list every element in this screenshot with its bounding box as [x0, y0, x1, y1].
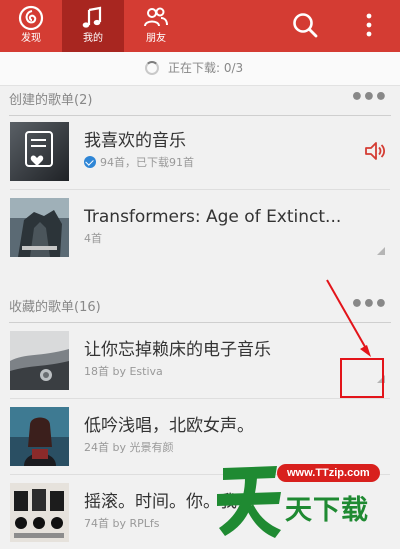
watermark-logo — [217, 466, 281, 538]
app-screen: 发现 我的 朋友 正在下载: 0/3 创建的歌单(2) ••• 我喜欢的音乐 9… — [0, 0, 400, 549]
annotation-highlight-box — [340, 358, 384, 398]
watermark-name: 天下载 — [285, 495, 369, 526]
watermark-url: www.TTzip.com — [277, 464, 380, 482]
watermark: www.TTzip.com 天下载 — [215, 458, 395, 543]
